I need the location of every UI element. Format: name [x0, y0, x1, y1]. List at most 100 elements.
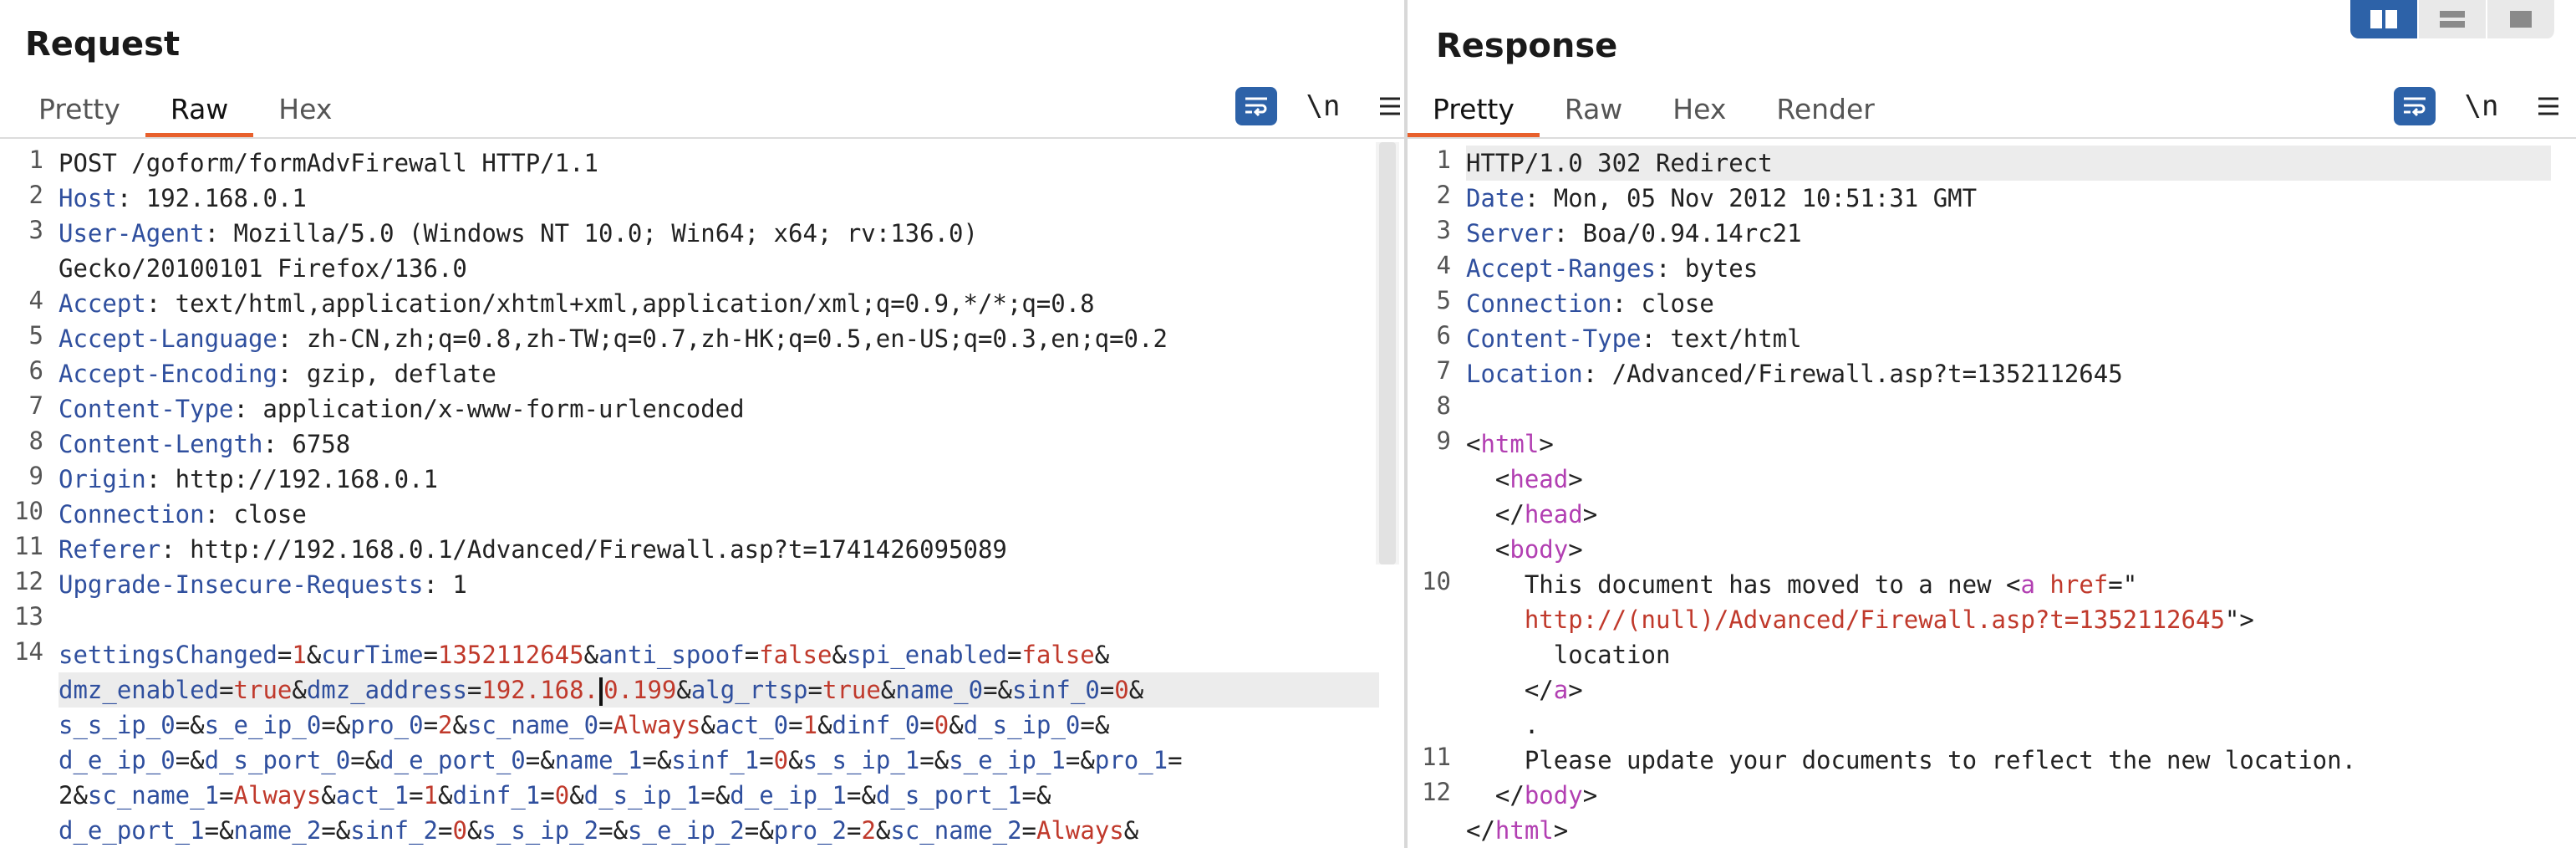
code-line: Content-Length: 6758	[59, 430, 351, 458]
rows-icon	[2440, 11, 2465, 28]
code-line: </head>	[1466, 500, 1598, 529]
single-pane-icon	[2510, 11, 2532, 28]
code-line: location	[1466, 641, 1671, 669]
code-line: </html>	[1466, 816, 1569, 845]
wrap-lines-icon	[2404, 97, 2426, 117]
response-title: Response	[1436, 27, 1618, 65]
wrap-lines-icon	[1245, 97, 1267, 117]
response-menu-button[interactable]	[2528, 87, 2569, 125]
code-line: Location: /Advanced/Firewall.asp?t=13521…	[1466, 360, 2123, 388]
line-number: 4	[1436, 251, 1451, 279]
code-line: Accept-Language: zh-CN,zh;q=0.8,zh-TW;q=…	[59, 324, 1168, 353]
layout-stacked-button[interactable]	[2419, 0, 2487, 38]
line-number: 7	[28, 391, 43, 420]
line-number: 4	[28, 286, 43, 314]
hamburger-menu-icon	[1380, 97, 1400, 115]
code-line: Accept-Ranges: bytes	[1466, 254, 1759, 283]
code-line: d_e_port_1=&name_2=&sinf_2=0&s_s_ip_2=&s…	[59, 816, 1139, 845]
request-tabs-divider	[0, 137, 1404, 139]
code-line: HTTP/1.0 302 Redirect	[1466, 146, 2551, 181]
line-number: 10	[14, 497, 43, 525]
newline-icon: \n	[1306, 89, 1341, 123]
code-line: <html>	[1466, 430, 1554, 458]
line-number: 2	[1436, 181, 1451, 209]
response-tab-render[interactable]: Render	[1751, 89, 1899, 137]
response-tabs: Pretty Raw Hex Render	[1408, 89, 1900, 137]
code-line: POST /goform/formAdvFirewall HTTP/1.1	[59, 149, 599, 177]
code-line: User-Agent: Mozilla/5.0 (Windows NT 10.0…	[59, 219, 978, 248]
code-line: <head>	[1466, 465, 1583, 493]
response-newline-button[interactable]: \n	[2461, 87, 2502, 125]
text-cursor	[599, 677, 603, 706]
code-line: Accept: text/html,application/xhtml+xml,…	[59, 289, 1095, 318]
response-pane: Response Pretty Raw Hex Render \n 1 2 3 …	[1408, 0, 2576, 848]
line-number: 12	[14, 567, 43, 595]
response-tab-raw[interactable]: Raw	[1540, 89, 1647, 137]
line-number: 11	[1422, 743, 1451, 771]
response-toolbar: \n	[2369, 87, 2569, 125]
line-number: 13	[14, 602, 43, 631]
request-pane: Request Pretty Raw Hex \n 1 2 3 4 5 6 7 …	[0, 0, 1404, 848]
line-number: 14	[14, 637, 43, 666]
line-number: 8	[1436, 391, 1451, 420]
request-scrollbar[interactable]	[1376, 142, 1399, 564]
code-line: Content-Type: text/html	[1466, 324, 1802, 353]
code-line: </body>	[1466, 781, 1598, 810]
response-tab-pretty[interactable]: Pretty	[1408, 89, 1540, 137]
hamburger-menu-icon	[2538, 97, 2558, 115]
request-wrap-lines-button[interactable]	[1235, 87, 1277, 125]
line-number: 3	[1436, 216, 1451, 244]
response-wrap-lines-button[interactable]	[2394, 87, 2436, 125]
code-line: Connection: close	[59, 500, 307, 529]
code-line: Content-Type: application/x-www-form-url…	[59, 395, 745, 423]
request-tab-pretty[interactable]: Pretty	[13, 89, 145, 137]
code-line: </a>	[1466, 676, 1583, 704]
code-line: settingsChanged=1&curTime=1352112645&ant…	[59, 641, 1110, 669]
request-scrollbar-thumb[interactable]	[1379, 142, 1396, 564]
code-line: Upgrade-Insecure-Requests: 1	[59, 570, 467, 599]
layout-side-by-side-button[interactable]	[2350, 0, 2419, 38]
code-line: http://(null)/Advanced/Firewall.asp?t=13…	[1524, 605, 2254, 634]
request-toolbar: \n	[1210, 87, 1404, 125]
layout-single-button[interactable]	[2487, 0, 2556, 38]
code-line: Gecko/20100101 Firefox/136.0	[59, 254, 467, 283]
response-editor[interactable]: 1 2 3 4 5 6 7 8 9 10 11 12 HTTP/1.0 302 …	[1408, 146, 2576, 848]
request-title: Request	[25, 25, 181, 64]
code-line: Date: Mon, 05 Nov 2012 10:51:31 GMT	[1466, 184, 1978, 212]
code-line: Origin: http://192.168.0.1	[59, 465, 438, 493]
line-number: 1	[28, 146, 43, 174]
line-number: 8	[28, 427, 43, 455]
line-number: 7	[1436, 356, 1451, 385]
newline-icon: \n	[2464, 89, 2499, 123]
request-tab-hex[interactable]: Hex	[253, 89, 357, 137]
line-number: 12	[1422, 778, 1451, 806]
code-line: <body>	[1466, 535, 1583, 564]
request-tabs: Pretty Raw Hex	[13, 89, 357, 137]
line-number: 3	[28, 216, 43, 244]
line-number: 2	[28, 181, 43, 209]
line-number: 5	[1436, 286, 1451, 314]
request-newline-button[interactable]: \n	[1302, 87, 1344, 125]
request-tab-raw[interactable]: Raw	[145, 89, 254, 137]
line-number: 10	[1422, 567, 1451, 595]
code-line: Referer: http://192.168.0.1/Advanced/Fir…	[59, 535, 1007, 564]
code-line: s_s_ip_0=&s_e_ip_0=&pro_0=2&sc_name_0=Al…	[59, 711, 1110, 739]
response-tabs-divider	[1408, 137, 2576, 139]
code-line: Host: 192.168.0.1	[59, 184, 307, 212]
code-line: 2&sc_name_1=Always&act_1=1&dinf_1=0&d_s_…	[59, 781, 1051, 810]
code-line: d_e_ip_0=&d_s_port_0=&d_e_port_0=&name_1…	[59, 746, 1183, 774]
code-line: Accept-Encoding: gzip, deflate	[59, 360, 496, 388]
line-number: 9	[28, 462, 43, 490]
code-line: Connection: close	[1466, 289, 1714, 318]
code-line: Server: Boa/0.94.14rc21	[1466, 219, 1802, 248]
layout-toggle	[2350, 0, 2556, 38]
code-line: Please update your documents to reflect …	[1466, 746, 2357, 774]
response-tab-hex[interactable]: Hex	[1647, 89, 1751, 137]
code-line: .	[1466, 711, 1540, 739]
request-menu-button[interactable]	[1369, 87, 1404, 125]
request-editor[interactable]: 1 2 3 4 5 6 7 8 9 10 11 12 13 14 POST /g…	[0, 146, 1404, 848]
line-number: 1	[1436, 146, 1451, 174]
line-number: 9	[1436, 427, 1451, 455]
